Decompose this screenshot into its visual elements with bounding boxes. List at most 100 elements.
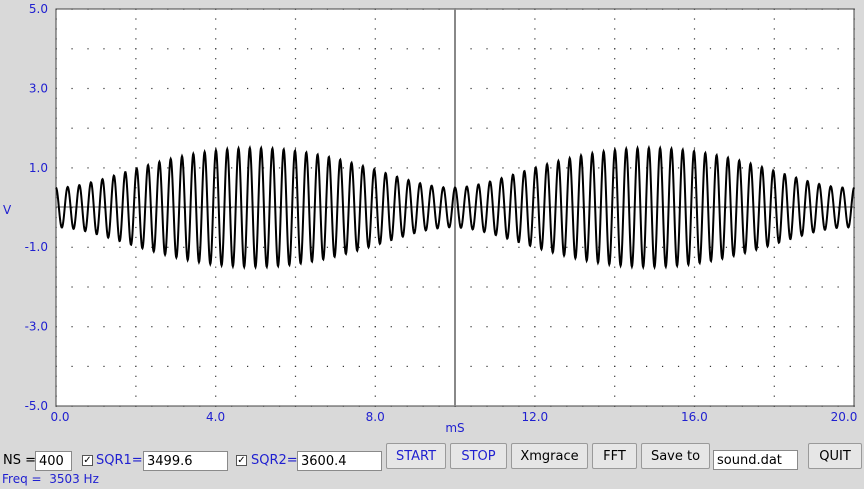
- filename-input[interactable]: [713, 450, 798, 470]
- grid-dot: [773, 77, 775, 80]
- grid-dot: [119, 48, 121, 50]
- grid-dot: [630, 405, 632, 407]
- grid-dot: [773, 266, 775, 268]
- fft-button[interactable]: FFT: [592, 443, 637, 469]
- grid-dot: [390, 8, 392, 10]
- grid-dot: [215, 365, 217, 367]
- grid-dot: [614, 177, 616, 179]
- grid-dot: [167, 286, 169, 288]
- grid-dot: [71, 127, 73, 129]
- xmgrace-button[interactable]: Xmgrace: [511, 443, 588, 469]
- grid-dot: [231, 167, 233, 169]
- grid-dot: [406, 286, 408, 288]
- quit-button[interactable]: QUIT: [808, 443, 862, 469]
- grid-dot: [342, 326, 344, 328]
- grid-dot: [151, 87, 153, 90]
- grid-dot: [534, 246, 536, 248]
- grid-dot: [693, 395, 696, 397]
- stop-button[interactable]: STOP: [450, 443, 507, 469]
- x-tick-label: 20.0: [831, 410, 858, 424]
- grid-dot: [55, 266, 57, 268]
- grid-dot: [693, 326, 696, 328]
- save-to-button[interactable]: Save to: [641, 443, 710, 469]
- grid-dot: [438, 167, 440, 169]
- grid-dot: [725, 8, 728, 10]
- grid-dot: [199, 167, 201, 169]
- grid-dot: [55, 97, 57, 100]
- grid-dot: [853, 48, 855, 50]
- sqr2-checkbox[interactable]: ✓: [236, 455, 247, 466]
- grid-dot: [135, 246, 137, 248]
- sqr1-frequency-input[interactable]: [143, 451, 228, 471]
- grid-dot: [518, 365, 520, 367]
- grid-dot: [199, 48, 201, 50]
- grid-dot: [374, 28, 376, 30]
- grid-dot: [470, 286, 472, 288]
- grid-dot: [262, 286, 265, 288]
- grid-dot: [614, 18, 616, 20]
- grid-dot: [534, 28, 536, 30]
- grid-dot: [789, 405, 791, 407]
- grid-dot: [167, 8, 169, 10]
- grid-dot: [773, 48, 775, 50]
- grid-dot: [374, 58, 376, 60]
- grid-dot: [614, 385, 616, 387]
- grid-dot: [406, 246, 408, 248]
- y-tick-label: 1.0: [29, 161, 48, 175]
- grid-dot: [294, 236, 297, 238]
- grid-dot: [199, 8, 201, 10]
- grid-dot: [135, 58, 137, 60]
- grid-dot: [709, 48, 712, 50]
- grid-dot: [103, 48, 105, 50]
- grid-dot: [789, 167, 791, 169]
- grid-dot: [614, 58, 616, 60]
- grid-dot: [55, 306, 57, 308]
- grid-dot: [773, 38, 775, 40]
- grid-dot: [614, 405, 616, 407]
- grid-dot: [422, 167, 424, 169]
- grid-dot: [262, 87, 265, 90]
- grid-dot: [71, 87, 73, 90]
- grid-dot: [550, 87, 552, 90]
- sqr1-checkbox[interactable]: ✓: [82, 455, 93, 466]
- ns-input[interactable]: [35, 451, 72, 471]
- grid-dot: [55, 38, 57, 40]
- grid-dot: [677, 127, 680, 129]
- grid-dot: [294, 8, 297, 10]
- grid-dot: [550, 48, 552, 50]
- grid-dot: [215, 395, 217, 397]
- grid-dot: [757, 127, 759, 129]
- grid-dot: [614, 187, 616, 189]
- grid-dot: [821, 48, 823, 50]
- grid-dot: [215, 38, 217, 40]
- grid-dot: [486, 127, 488, 129]
- grid-dot: [853, 77, 855, 80]
- grid-dot: [725, 127, 728, 129]
- grid-dot: [693, 8, 696, 10]
- start-button[interactable]: START: [386, 443, 446, 469]
- grid-dot: [646, 87, 648, 90]
- grid-dot: [534, 127, 536, 129]
- grid-dot: [534, 48, 536, 50]
- grid-dot: [614, 87, 616, 90]
- grid-dot: [598, 405, 600, 407]
- grid-dot: [55, 28, 57, 30]
- grid-dot: [693, 117, 696, 119]
- grid-dot: [534, 316, 536, 318]
- grid-dot: [709, 286, 712, 288]
- grid-dot: [358, 405, 360, 407]
- grid-dot: [71, 286, 73, 288]
- grid-dot: [199, 405, 201, 407]
- sqr2-frequency-input[interactable]: [297, 451, 382, 471]
- grid-dot: [294, 296, 297, 298]
- grid-dot: [709, 87, 712, 90]
- grid-dot: [135, 147, 137, 149]
- grid-dot: [294, 256, 297, 258]
- grid-dot: [709, 8, 712, 10]
- grid-dot: [486, 365, 488, 367]
- grid-dot: [231, 405, 233, 407]
- grid-dot: [693, 137, 696, 139]
- grid-dot: [550, 286, 552, 288]
- grid-dot: [773, 296, 775, 298]
- grid-dot: [294, 266, 297, 268]
